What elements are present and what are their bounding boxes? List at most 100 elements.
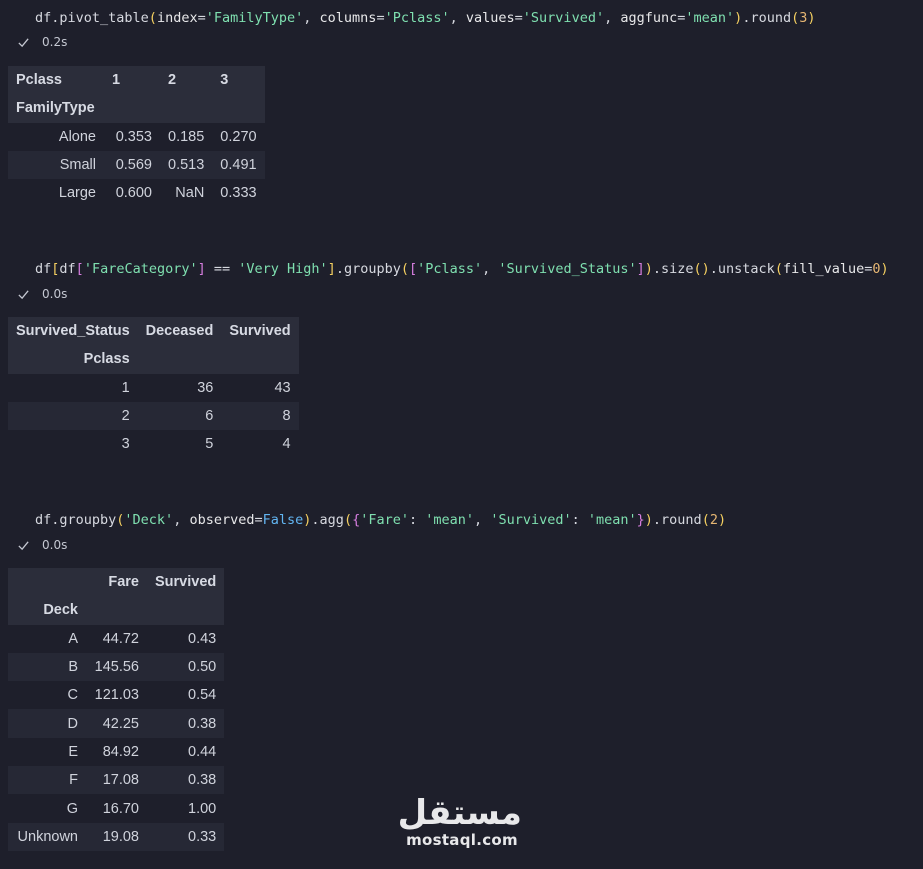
code-token: = — [514, 10, 523, 26]
code-token: : — [409, 512, 426, 528]
code-token: ) — [807, 10, 816, 26]
code-token: 'FamilyType' — [205, 10, 304, 26]
table-row: 3 5 4 — [8, 430, 299, 458]
code-token: : — [571, 512, 588, 528]
table-cell: 44.72 — [102, 630, 139, 647]
table-cell: 0.44 — [188, 743, 217, 760]
index-name: Deck — [43, 602, 78, 619]
code-token: fill_value — [782, 261, 865, 277]
row-index: A — [68, 630, 78, 647]
column-header: Survived — [155, 574, 217, 591]
code-token: () — [693, 261, 710, 277]
table-cell: 121.03 — [94, 687, 139, 704]
column-header: 1 — [112, 72, 121, 89]
row-index: 2 — [121, 408, 130, 425]
table-cell: 0.185 — [168, 128, 205, 145]
table-cell: 19.08 — [102, 828, 139, 845]
table-cell: 6 — [205, 408, 214, 425]
column-header: Deceased — [145, 323, 214, 340]
table-cell: 0.491 — [220, 157, 257, 174]
row-index: Small — [59, 157, 96, 174]
table-cell: 0.270 — [220, 128, 257, 145]
row-index: F — [69, 772, 78, 789]
code-token: = — [254, 512, 263, 528]
code-token: .round — [742, 10, 792, 26]
code-line[interactable]: df[df['FareCategory'] == 'Very High'].gr… — [35, 261, 889, 277]
execution-time: 0.0s — [42, 538, 68, 552]
code-token: ] — [197, 261, 206, 277]
output-table: Fare Survived Deck A 44.72 0.43 B 145.56… — [8, 568, 225, 851]
table-cell: 43 — [274, 379, 291, 396]
table-row: G 16.70 1.00 — [8, 794, 224, 822]
code-token: aggfunc — [620, 10, 678, 26]
row-index: G — [66, 800, 78, 817]
code-line[interactable]: df.pivot_table(index='FamilyType', colum… — [35, 10, 816, 26]
code-token: .groupby — [335, 261, 401, 277]
check-icon — [18, 540, 29, 550]
code-token: 'mean' — [685, 10, 735, 26]
table-cell: 84.92 — [102, 743, 139, 760]
code-token: = — [376, 10, 385, 26]
code-token: ] — [327, 261, 336, 277]
code-token: , — [604, 10, 621, 26]
index-name: FamilyType — [16, 100, 95, 117]
code-token: ( — [400, 261, 409, 277]
column-header-label — [8, 568, 86, 596]
code-token: 'Fare' — [360, 512, 409, 528]
row-index: 3 — [121, 436, 130, 453]
code-token: df.pivot_table — [35, 10, 149, 26]
code-token: columns — [319, 10, 377, 26]
code-token: observed — [189, 512, 255, 528]
table-row: A 44.72 0.43 — [8, 625, 224, 653]
code-token: 'Survived' — [522, 10, 605, 26]
code-token: 2 — [709, 512, 718, 528]
code-token: , — [482, 261, 499, 277]
table-row: 2 6 8 — [8, 401, 299, 431]
table-cell: 0.569 — [115, 157, 152, 174]
check-icon — [18, 37, 29, 47]
row-index: D — [67, 715, 78, 732]
code-token: 'Survived' — [490, 512, 572, 528]
code-token: .round — [652, 512, 702, 528]
code-token: , — [303, 10, 320, 26]
column-header: 3 — [220, 72, 229, 89]
execution-time: 0.0s — [42, 287, 68, 301]
execution-status: 0.2s — [17, 35, 67, 49]
table-row: Unknown 19.08 0.33 — [8, 822, 225, 851]
code-line[interactable]: df.groupby('Deck', observed=False).agg({… — [35, 512, 726, 528]
table-cell: 42.25 — [102, 715, 139, 732]
code-token: ( — [148, 10, 157, 26]
code-token: 'mean' — [425, 512, 475, 528]
table-cell: 145.56 — [94, 659, 139, 676]
table-cell: 0.54 — [188, 687, 217, 704]
code-token: = — [197, 10, 206, 26]
code-token: 'Pclass' — [417, 261, 483, 277]
table-cell: 0.38 — [188, 715, 217, 732]
code-token: .agg — [311, 512, 344, 528]
code-token: df — [59, 261, 76, 277]
code-token: ( — [701, 512, 710, 528]
column-header: Fare — [108, 574, 139, 591]
table-row: C 121.03 0.54 — [8, 681, 224, 709]
code-token: , — [173, 512, 190, 528]
table-cell: 17.08 — [102, 772, 139, 789]
table-cell: NaN — [175, 185, 205, 202]
watermark-arabic: مستقل — [397, 793, 522, 833]
execution-status: 0.0s — [17, 538, 67, 552]
table-cell: 0.353 — [115, 128, 152, 145]
column-header: 2 — [168, 72, 177, 89]
code-token: ( — [343, 512, 353, 528]
row-index: Large — [58, 185, 96, 202]
code-token: df — [35, 261, 52, 277]
table-cell: 36 — [197, 379, 214, 396]
column-header-label: Survived_Status — [16, 323, 130, 340]
code-token: values — [465, 10, 515, 26]
code-token: 0 — [872, 261, 881, 277]
row-index: 1 — [121, 379, 130, 396]
table-cell: 0.38 — [188, 772, 217, 789]
code-token: df.groupby — [35, 512, 117, 528]
table-row: F 17.08 0.38 — [8, 766, 225, 795]
table-row: E 84.92 0.44 — [8, 738, 224, 766]
row-index: Unknown — [17, 828, 78, 845]
code-token: 'FareCategory' — [83, 261, 198, 277]
